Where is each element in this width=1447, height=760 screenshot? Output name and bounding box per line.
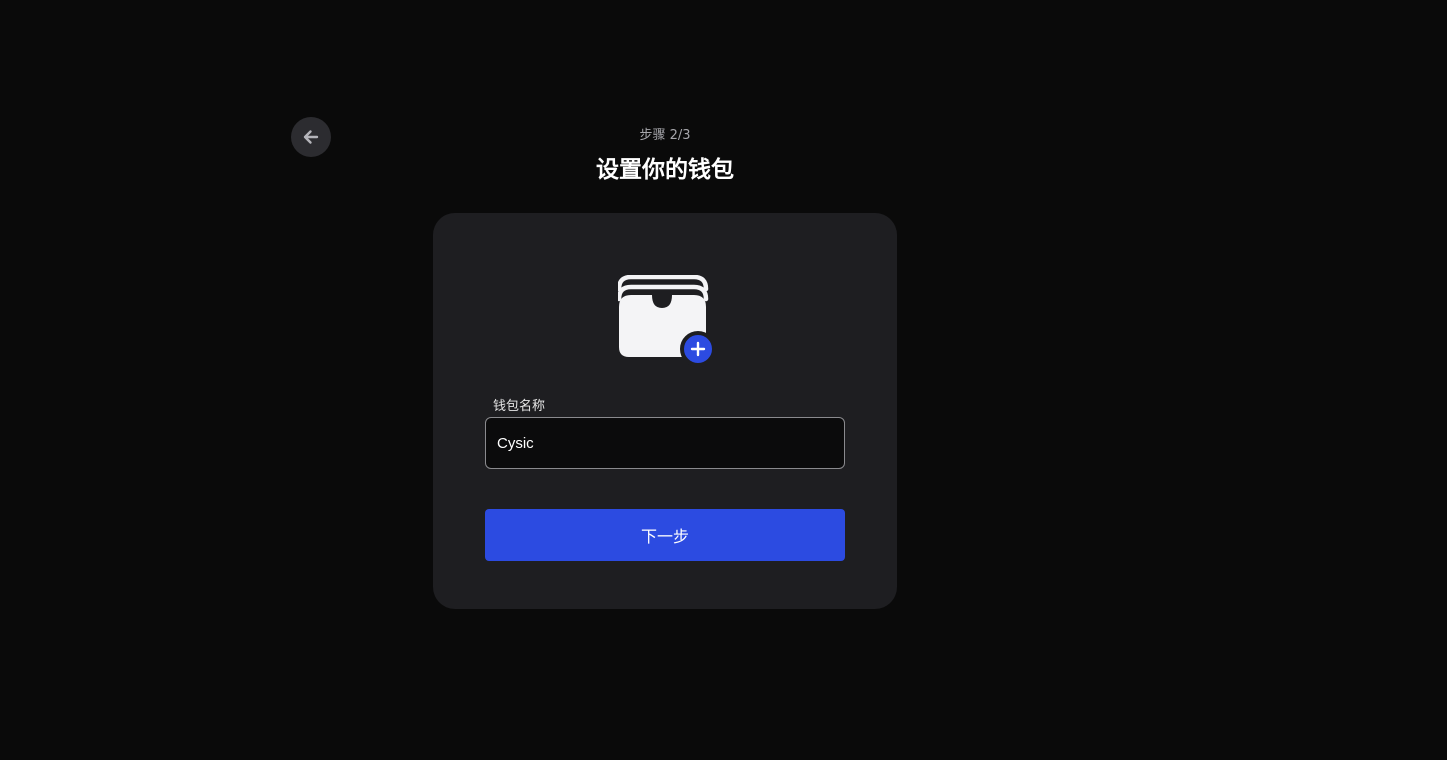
next-step-button[interactable]: 下一步 [485,509,845,561]
plus-icon [680,331,716,367]
wallet-name-input[interactable] [485,417,845,469]
wallet-name-label: 钱包名称 [493,399,546,414]
step-indicator: 步骤 2/3 [639,128,691,143]
page-title: 设置你的钱包 [596,157,734,183]
page: 步骤 2/3 设置你的钱包 钱包名称 下一步 [0,0,1447,760]
wallet-graphic [618,275,718,369]
wallet-setup-card: 钱包名称 下一步 [433,213,897,609]
